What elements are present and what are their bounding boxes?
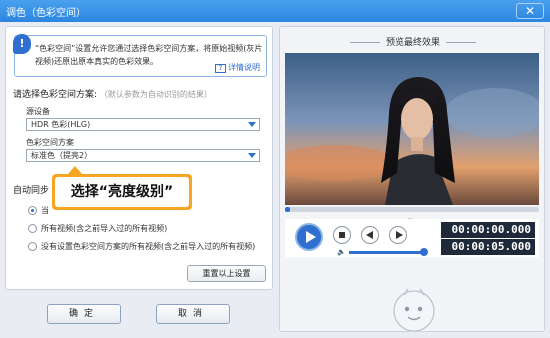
source-device-select[interactable]: HDR 色彩(HLG) bbox=[26, 118, 260, 131]
color-space-hint: （默认参数为自动识别的结果） bbox=[99, 90, 212, 99]
info-box: ! “色彩空间”设置允许您通过选择色彩空间方案，将原始视频(灰片视频)还原出原本… bbox=[13, 34, 267, 77]
radio-option-all-videos[interactable]: 所有视频(含之前导入过的所有视频) bbox=[28, 223, 167, 234]
next-frame-button[interactable] bbox=[389, 226, 407, 244]
detail-link[interactable]: ? 详情说明 bbox=[215, 62, 260, 73]
playback-progress[interactable] bbox=[285, 207, 539, 212]
cancel-button[interactable]: 取消 bbox=[156, 304, 230, 324]
stop-button[interactable] bbox=[333, 226, 351, 244]
callout-text: 选择“亮度级别” bbox=[55, 177, 189, 207]
radio-option-label: 所有视频(含之前导入过的所有视频) bbox=[41, 224, 168, 233]
chevron-down-icon bbox=[248, 122, 256, 127]
previous-frame-button[interactable] bbox=[361, 226, 379, 244]
volume-slider[interactable] bbox=[349, 248, 428, 256]
source-device-value: HDR 色彩(HLG) bbox=[31, 120, 91, 129]
preview-panel: 预览最终效果 ⌄ 🔈 00:00:00.000 00:00:05.000 bbox=[279, 26, 545, 332]
radio-selected-icon bbox=[28, 206, 37, 215]
scheme-value: 标准色（提亮2） bbox=[31, 151, 93, 160]
radio-option-label: 当 bbox=[41, 206, 49, 215]
radio-option-current[interactable]: 当 bbox=[28, 205, 49, 216]
chevron-down-icon bbox=[248, 153, 256, 158]
radio-icon bbox=[28, 224, 37, 233]
radio-option-label: 没有设置色彩空间方案的所有视频(含之前导入过的所有视频) bbox=[41, 242, 256, 251]
detail-link-label: 详情说明 bbox=[228, 63, 260, 72]
color-space-heading: 请选择色彩空间方案: （默认参数为自动识别的结果） bbox=[13, 87, 212, 100]
source-device-label: 源设备 bbox=[26, 107, 50, 116]
volume-icon[interactable]: 🔈 bbox=[337, 248, 346, 256]
color-space-heading-label: 请选择色彩空间方案: bbox=[13, 90, 98, 100]
total-time: 00:00:05.000 bbox=[441, 239, 535, 255]
radio-option-unset-videos[interactable]: 没有设置色彩空间方案的所有视频(含之前导入过的所有视频) bbox=[28, 241, 255, 252]
preview-image bbox=[285, 53, 539, 205]
radio-icon bbox=[28, 242, 37, 251]
preview-title-label: 预览最终效果 bbox=[385, 38, 440, 48]
apply-heading: 自动同步 bbox=[13, 186, 50, 196]
settings-panel: ! “色彩空间”设置允许您通过选择色彩空间方案，将原始视频(灰片视频)还原出原本… bbox=[5, 26, 273, 290]
scheme-select[interactable]: 标准色（提亮2） bbox=[26, 149, 260, 162]
info-icon: ! bbox=[13, 34, 31, 54]
current-time: 00:00:00.000 bbox=[441, 222, 535, 238]
scheme-label: 色彩空间方案 bbox=[26, 138, 74, 147]
window-title: 调色（色彩空间） bbox=[6, 8, 86, 19]
callout-tail bbox=[68, 166, 82, 174]
mascot-icon bbox=[393, 288, 435, 331]
preview-title: 预览最终效果 bbox=[280, 35, 544, 48]
help-icon: ? bbox=[215, 64, 226, 73]
ok-button[interactable]: 确定 bbox=[47, 304, 121, 324]
window-titlebar: 调色（色彩空间） ✕ bbox=[0, 0, 550, 22]
volume-slider-fill bbox=[349, 251, 425, 254]
tutorial-callout: 选择“亮度级别” bbox=[52, 166, 192, 210]
playback-progress-fill bbox=[285, 207, 291, 212]
player-controls: 🔈 00:00:00.000 00:00:05.000 bbox=[285, 219, 539, 257]
play-button[interactable] bbox=[295, 223, 323, 251]
reset-settings-button[interactable]: 重置以上设置 bbox=[187, 265, 266, 282]
volume-slider-knob[interactable] bbox=[420, 248, 428, 256]
close-button[interactable]: ✕ bbox=[516, 3, 544, 19]
video-preview[interactable] bbox=[285, 53, 539, 205]
